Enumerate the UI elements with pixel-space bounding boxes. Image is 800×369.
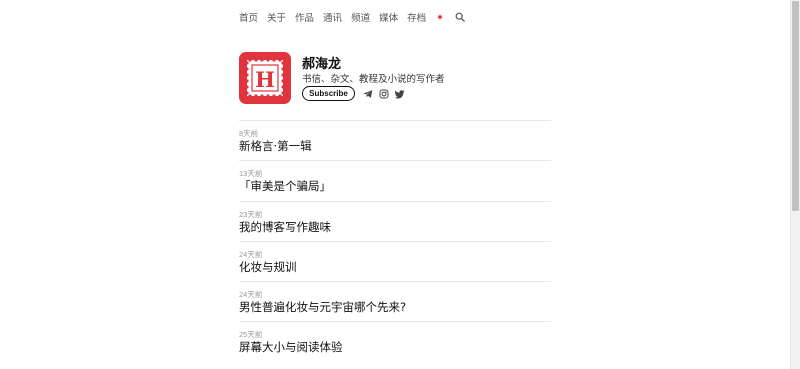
nav-channel[interactable]: 频道	[351, 10, 370, 24]
post-title-link[interactable]: 男性普遍化妆与元宇宙哪个先来?	[239, 299, 406, 315]
author-name: 郝海龙	[302, 57, 342, 72]
nav-media[interactable]: 媒体	[379, 10, 398, 24]
nav-works[interactable]: 作品	[295, 10, 314, 24]
nav-about[interactable]: 关于	[267, 10, 286, 24]
list-item: 8天前 新格言·第一辑	[239, 120, 551, 160]
list-item: 23天前 我的博客写作趣味	[239, 200, 551, 241]
post-title-link[interactable]: 我的博客写作趣味	[239, 219, 331, 235]
post-title-link[interactable]: 新格言·第一辑	[239, 138, 312, 154]
nav-archive[interactable]: 存档	[407, 10, 426, 24]
list-item: 25天前 屏幕大小与阅读体验	[239, 321, 551, 361]
instagram-icon[interactable]	[379, 89, 389, 99]
search-icon[interactable]	[455, 12, 465, 22]
list-item: 24天前 男性普遍化妆与元宇宙哪个先来?	[239, 281, 551, 321]
telegram-icon[interactable]	[363, 89, 373, 99]
nav-home[interactable]: 首页	[239, 10, 258, 24]
top-nav: 首页 关于 作品 通讯 频道 媒体 存档	[239, 10, 465, 24]
twitter-icon[interactable]	[395, 89, 405, 99]
profile-card: H 郝海龙 书信、杂文、教程及小说的写作者 Subscribe	[239, 52, 551, 104]
list-item: 24天前 化妆与规训	[239, 240, 551, 281]
post-title-link[interactable]: 屏幕大小与阅读体验	[239, 339, 343, 355]
vertical-scrollbar[interactable]	[790, 0, 800, 369]
author-tagline: 书信、杂文、教程及小说的写作者	[302, 74, 445, 85]
post-title-link[interactable]: 化妆与规训	[239, 259, 297, 275]
site-logo[interactable]: H	[239, 52, 291, 104]
nav-newsletter[interactable]: 通讯	[323, 10, 342, 24]
list-item: 13天前 「审美是个骗局」	[239, 160, 551, 200]
svg-text:H: H	[255, 67, 275, 92]
scrollbar-thumb[interactable]	[792, 1, 799, 211]
post-title-link[interactable]: 「审美是个骗局」	[239, 178, 331, 194]
japan-flag-icon[interactable]	[436, 13, 444, 21]
subscribe-button[interactable]: Subscribe	[302, 86, 355, 101]
post-list: 8天前 新格言·第一辑 13天前 「审美是个骗局」 23天前 我的博客写作趣味 …	[239, 120, 551, 362]
